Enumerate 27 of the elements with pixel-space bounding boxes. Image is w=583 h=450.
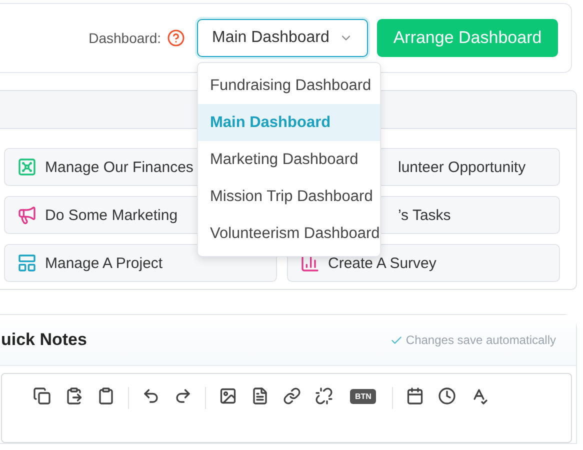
check-icon <box>390 334 403 346</box>
clipboard-icon[interactable] <box>97 387 115 405</box>
redo-icon[interactable] <box>174 387 192 405</box>
link-icon[interactable] <box>283 387 301 405</box>
dropdown-option[interactable]: Fundraising Dashboard <box>198 67 380 104</box>
dropdown-option[interactable]: Mission Trip Dashboard <box>198 178 380 215</box>
calendar-icon[interactable] <box>406 387 424 405</box>
help-icon[interactable] <box>167 29 185 47</box>
save-status: Changes save automatically <box>406 333 556 347</box>
unlink-icon[interactable] <box>315 387 333 405</box>
clock-icon[interactable] <box>438 387 456 405</box>
dashboard-select[interactable]: Main Dashboard <box>197 19 368 57</box>
action-icon <box>17 253 37 273</box>
image-icon[interactable] <box>219 387 237 405</box>
document-icon[interactable] <box>251 387 269 405</box>
dropdown-option[interactable]: Marketing Dashboard <box>198 141 380 178</box>
copy-icon[interactable] <box>33 387 51 405</box>
quick-action-button[interactable]: Manage A Project <box>4 244 277 282</box>
dropdown-option[interactable]: Volunteerism Dashboard <box>198 215 380 252</box>
action-icon <box>17 205 37 225</box>
undo-icon[interactable] <box>142 387 160 405</box>
notes-title: uick Notes <box>1 330 87 350</box>
editor-field[interactable]: BTN <box>1 373 572 443</box>
action-icon <box>17 157 37 177</box>
insert-button-tool[interactable]: BTN <box>350 389 376 404</box>
paste-icon[interactable] <box>65 387 83 405</box>
dashboard-label: Dashboard: <box>88 30 161 46</box>
